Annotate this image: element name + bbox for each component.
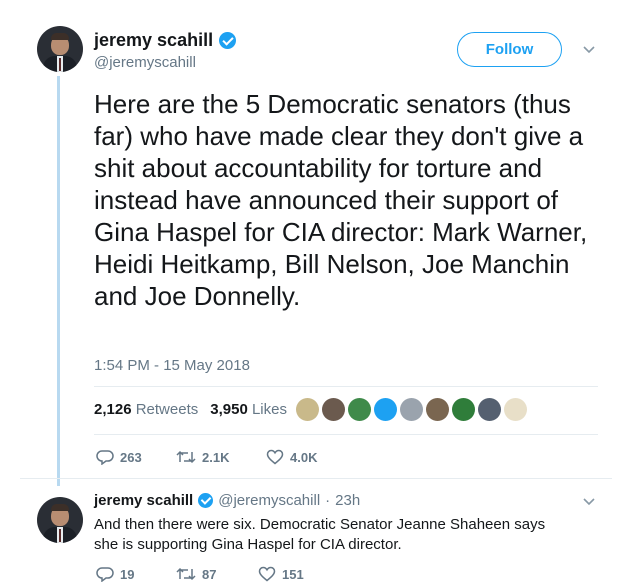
retweets-count: 2,126 [94, 401, 132, 418]
liker-avatars [296, 398, 527, 421]
liker-avatar[interactable] [504, 398, 527, 421]
likes-count: 3,950 [210, 401, 248, 418]
like-count: 151 [282, 566, 304, 582]
retweet-icon [176, 449, 196, 465]
reply-icon [96, 449, 114, 465]
reply-time[interactable]: 23h [335, 492, 360, 509]
liker-avatar[interactable] [426, 398, 449, 421]
tweet-text: Here are the 5 Democratic senators (thus… [94, 89, 588, 311]
liker-avatar[interactable] [374, 398, 397, 421]
liker-avatar[interactable] [296, 398, 319, 421]
retweets-stat[interactable]: 2,126 Retweets [94, 401, 198, 418]
likes-stat[interactable]: 3,950 Likes [210, 401, 287, 418]
reply-count: 19 [120, 566, 135, 582]
like-action[interactable]: 151 [258, 566, 304, 582]
reply-author-display-name[interactable]: jeremy scahill [94, 492, 193, 509]
retweet-count: 2.1K [202, 449, 230, 465]
follow-button[interactable]: Follow [457, 32, 562, 67]
retweet-count: 87 [202, 566, 217, 582]
likes-label: Likes [251, 401, 287, 418]
reply-header: jeremy scahill @jeremyscahill · 23h [94, 492, 360, 509]
verified-badge-icon [219, 32, 237, 49]
liker-avatar[interactable] [478, 398, 501, 421]
tweet-timestamp[interactable]: 1:54 PM - 15 May 2018 [94, 357, 250, 374]
divider [20, 478, 612, 479]
author-name-row[interactable]: jeremy scahill [94, 30, 237, 51]
retweet-action[interactable]: 2.1K [176, 449, 266, 465]
engagement-stats: 2,126 Retweets 3,950 Likes [94, 401, 287, 418]
liker-avatar[interactable] [452, 398, 475, 421]
retweet-action[interactable]: 87 [176, 566, 258, 582]
author-handle[interactable]: @jeremyscahill [94, 54, 196, 71]
divider [94, 386, 598, 387]
thread-connector-line [57, 76, 60, 486]
reply-action[interactable]: 263 [96, 449, 176, 465]
liker-avatar[interactable] [400, 398, 423, 421]
like-icon [258, 566, 276, 582]
liker-avatar[interactable] [348, 398, 371, 421]
reply-actions: 19 87 151 [96, 566, 304, 582]
chevron-down-icon[interactable] [583, 495, 595, 507]
tweet-actions: 263 2.1K 4.0K [96, 449, 317, 465]
reply-icon [96, 566, 114, 582]
reply-count: 263 [120, 449, 142, 465]
like-icon [266, 449, 284, 465]
like-action[interactable]: 4.0K [266, 449, 317, 465]
verified-badge-icon [198, 493, 214, 508]
reply-author-avatar[interactable] [37, 497, 83, 543]
author-avatar[interactable] [37, 26, 83, 72]
liker-avatar[interactable] [322, 398, 345, 421]
author-display-name[interactable]: jeremy scahill [94, 30, 213, 51]
reply-author-handle[interactable]: @jeremyscahill [218, 492, 320, 509]
retweets-label: Retweets [135, 401, 199, 418]
divider [94, 434, 598, 435]
reply-action[interactable]: 19 [96, 566, 176, 582]
retweet-icon [176, 566, 196, 582]
separator-dot: · [325, 492, 331, 509]
like-count: 4.0K [290, 449, 318, 465]
chevron-down-icon[interactable] [583, 43, 595, 55]
reply-text: And then there were six. Democratic Sena… [94, 516, 546, 553]
